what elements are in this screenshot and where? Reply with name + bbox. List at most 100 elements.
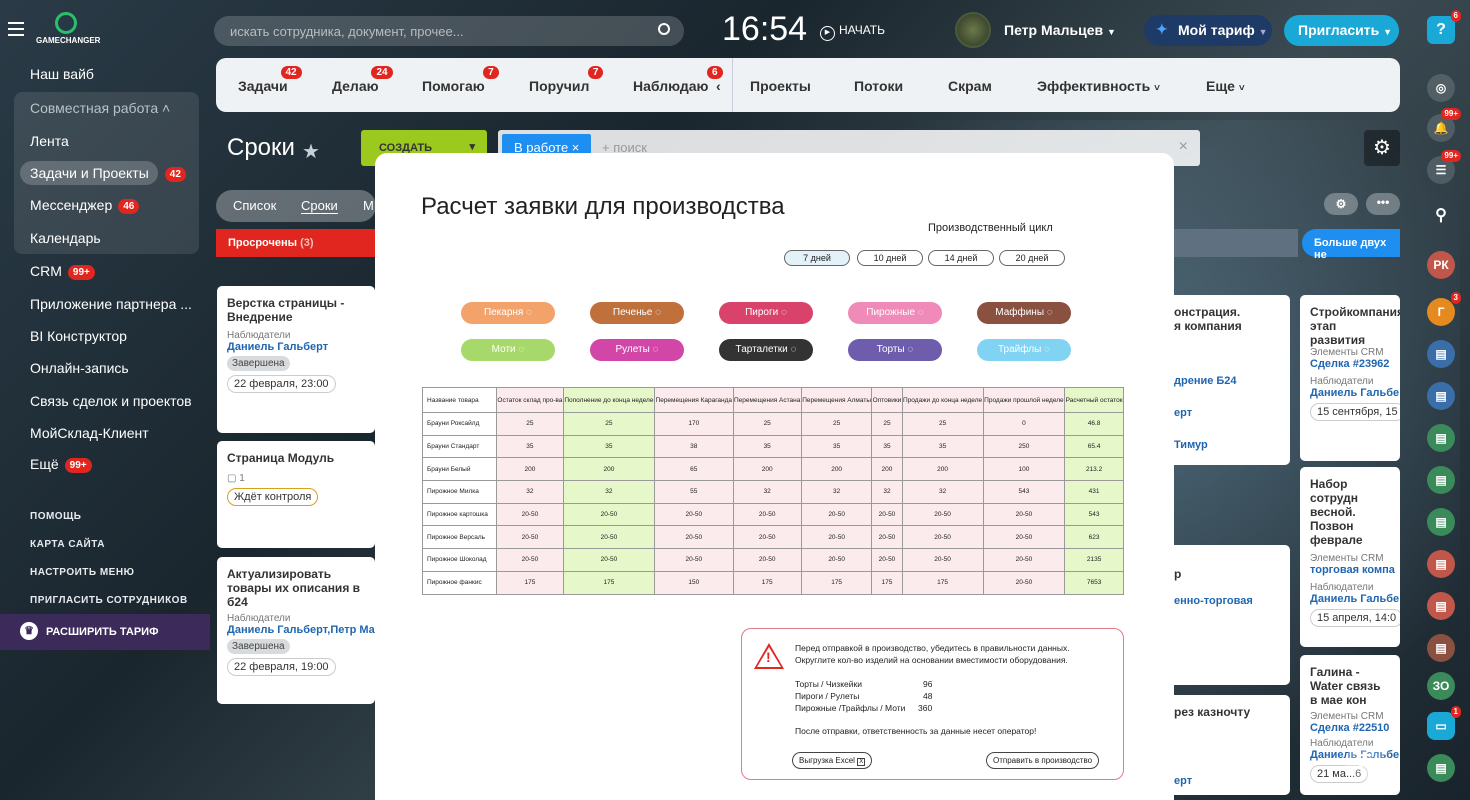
category-pill[interactable]: Маффины ◌ [977,302,1071,324]
table-cell[interactable]: 175 [800,570,873,595]
table-cell[interactable]: 25 [496,412,564,436]
contact-card-icon[interactable]: ▤ [1427,634,1455,662]
card-link[interactable]: енно-торговая [1174,595,1290,607]
contact-avatar[interactable]: РК [1427,251,1455,279]
target-icon[interactable]: ◎ [1427,74,1455,102]
table-cell[interactable]: 20-50 [496,548,564,572]
category-pill[interactable]: Печенье ◌ [590,302,684,324]
cycle-option-10[interactable]: 10 дней [857,250,923,266]
table-cell[interactable]: 200 [562,457,656,482]
table-cell[interactable]: 35 [496,434,564,459]
table-cell[interactable]: 2135 [1064,548,1124,572]
sidebar-item-moysklad[interactable]: МойСклад-Клиент [30,425,149,441]
table-cell[interactable]: 20-50 [732,548,802,572]
view-tab-list[interactable]: Список [233,198,276,213]
table-cell[interactable]: 543 [1064,502,1124,527]
sidebar-item-calendar[interactable]: Календарь [30,230,101,246]
table-cell[interactable]: 55 [654,480,734,504]
tab-assigned[interactable]: Поручил 7 [529,66,604,94]
table-cell[interactable]: 0 [982,412,1066,436]
category-pill[interactable]: Пирожные ◌ [848,302,942,324]
table-cell[interactable]: 32 [562,480,656,504]
logo[interactable]: GAMECHANGER [36,12,100,48]
table-cell[interactable]: 623 [1064,525,1124,550]
table-cell[interactable]: 20-50 [732,502,802,527]
table-cell[interactable]: 20-50 [654,502,734,527]
table-cell[interactable]: 543 [982,480,1066,504]
table-cell[interactable]: 32 [732,480,802,504]
table-cell[interactable]: 46.8 [1064,412,1124,436]
table-cell[interactable]: 20-50 [901,502,984,527]
category-pill[interactable]: Пекарня ◌ [461,302,555,324]
cycle-option-20[interactable]: 20 дней [999,250,1065,266]
table-cell[interactable]: 175 [732,570,802,595]
sidebar-item-crm[interactable]: CRM 99+ [30,263,95,280]
contact-avatar[interactable]: ЗО [1427,672,1455,700]
table-cell[interactable]: 20-50 [871,548,903,572]
card-date[interactable]: 22 февраля, 23:00 [227,375,336,393]
table-cell[interactable]: 32 [800,480,873,504]
tab-efficiency[interactable]: Эффективность ˅ [1037,78,1160,94]
sidebar-link-menu-settings[interactable]: НАСТРОИТЬ МЕНЮ [30,567,134,578]
sidebar-link-help[interactable]: ПОМОЩЬ [30,511,81,522]
table-cell[interactable]: 35 [562,434,656,459]
help-icon[interactable]: ? 6 [1427,10,1461,44]
table-cell[interactable]: 200 [732,457,802,482]
search-input[interactable]: искать сотрудника, документ, прочее... [214,16,684,46]
card-person[interactable]: Даниель Гальберт [227,341,365,353]
table-cell[interactable]: 20-50 [496,502,564,527]
card-person[interactable]: Тимур [1174,439,1290,451]
task-card[interactable]: р енно-торговая [1160,545,1290,685]
table-cell[interactable]: 20-50 [800,502,873,527]
table-cell[interactable]: 431 [1064,480,1124,504]
table-cell[interactable]: 20-50 [982,570,1066,595]
task-card[interactable]: рез казночту ерт [1160,695,1290,795]
tab-helping[interactable]: Помогаю 7 [422,66,499,94]
card-link[interactable]: дрение Б24 [1174,375,1290,387]
category-pill[interactable]: Пироги ◌ [719,302,813,324]
contact-card-icon[interactable]: ▤ [1427,424,1455,452]
tab-more[interactable]: Еще ˅ [1206,78,1245,94]
table-cell[interactable]: 175 [562,570,656,595]
table-cell[interactable]: 35 [732,434,802,459]
chevron-left-icon[interactable]: ‹ [716,78,721,94]
category-pill[interactable]: Торты ◌ [848,339,942,361]
task-card[interactable]: Стройкомпания этап развития Элементы CRM… [1300,295,1400,461]
category-pill[interactable]: Рулеты ◌ [590,339,684,361]
table-cell[interactable]: 35 [800,434,873,459]
sidebar-item-tasks[interactable]: Задачи и Проекты 42 [30,165,186,182]
more-icon[interactable]: ••• [1366,193,1400,215]
tab-watching[interactable]: Наблюдаю 6 [633,66,723,94]
star-icon[interactable]: ★ [302,139,320,164]
tab-tasks[interactable]: Задачи 42 [238,66,302,94]
view-tab-more[interactable]: М [363,198,374,213]
contact-avatar[interactable]: Г3 [1427,292,1461,326]
task-card[interactable]: Набор сотрудн весной. Позвон феврале Эле… [1300,467,1400,647]
sidebar-item-messenger[interactable]: Мессенджер 46 [30,197,140,214]
table-cell[interactable]: 65 [654,457,734,482]
view-tab-deadlines[interactable]: Сроки [301,198,338,214]
sidebar-item-deals-projects[interactable]: Связь сделок и проектов [30,393,192,409]
menu-icon[interactable] [8,22,24,36]
sidebar-item-bi[interactable]: BI Конструктор [30,328,127,344]
bell-icon[interactable]: 🔔 99+ [1427,108,1461,142]
robot-icon[interactable]: ⚙ [1324,193,1358,215]
list-icon[interactable]: ☰ [1345,745,1385,779]
table-cell[interactable]: 65.4 [1064,434,1124,459]
sidebar-link-sitemap[interactable]: КАРТА САЙТА [30,539,105,550]
table-cell[interactable]: 25 [732,412,802,436]
sidebar-item-partner-app[interactable]: Приложение партнера ... [30,296,192,312]
table-cell[interactable]: 20-50 [654,525,734,550]
contact-card-icon[interactable]: ▤ [1427,550,1455,578]
chat-icon[interactable]: ☰ 99+ [1427,150,1461,184]
card-person[interactable]: Даниель Гальбе [1310,387,1399,399]
table-cell[interactable]: 20-50 [982,502,1066,527]
card-link[interactable]: Сделка #22510 [1310,722,1390,734]
cycle-option-14[interactable]: 14 дней [928,250,994,266]
table-cell[interactable]: 20-50 [562,502,656,527]
invite-button[interactable]: Пригласить ▼ [1284,15,1399,46]
table-cell[interactable]: 200 [901,457,984,482]
chevron-down-icon[interactable]: ▾ [469,140,475,153]
table-cell[interactable]: 200 [871,457,903,482]
contact-card-icon[interactable]: ▤ [1427,382,1455,410]
